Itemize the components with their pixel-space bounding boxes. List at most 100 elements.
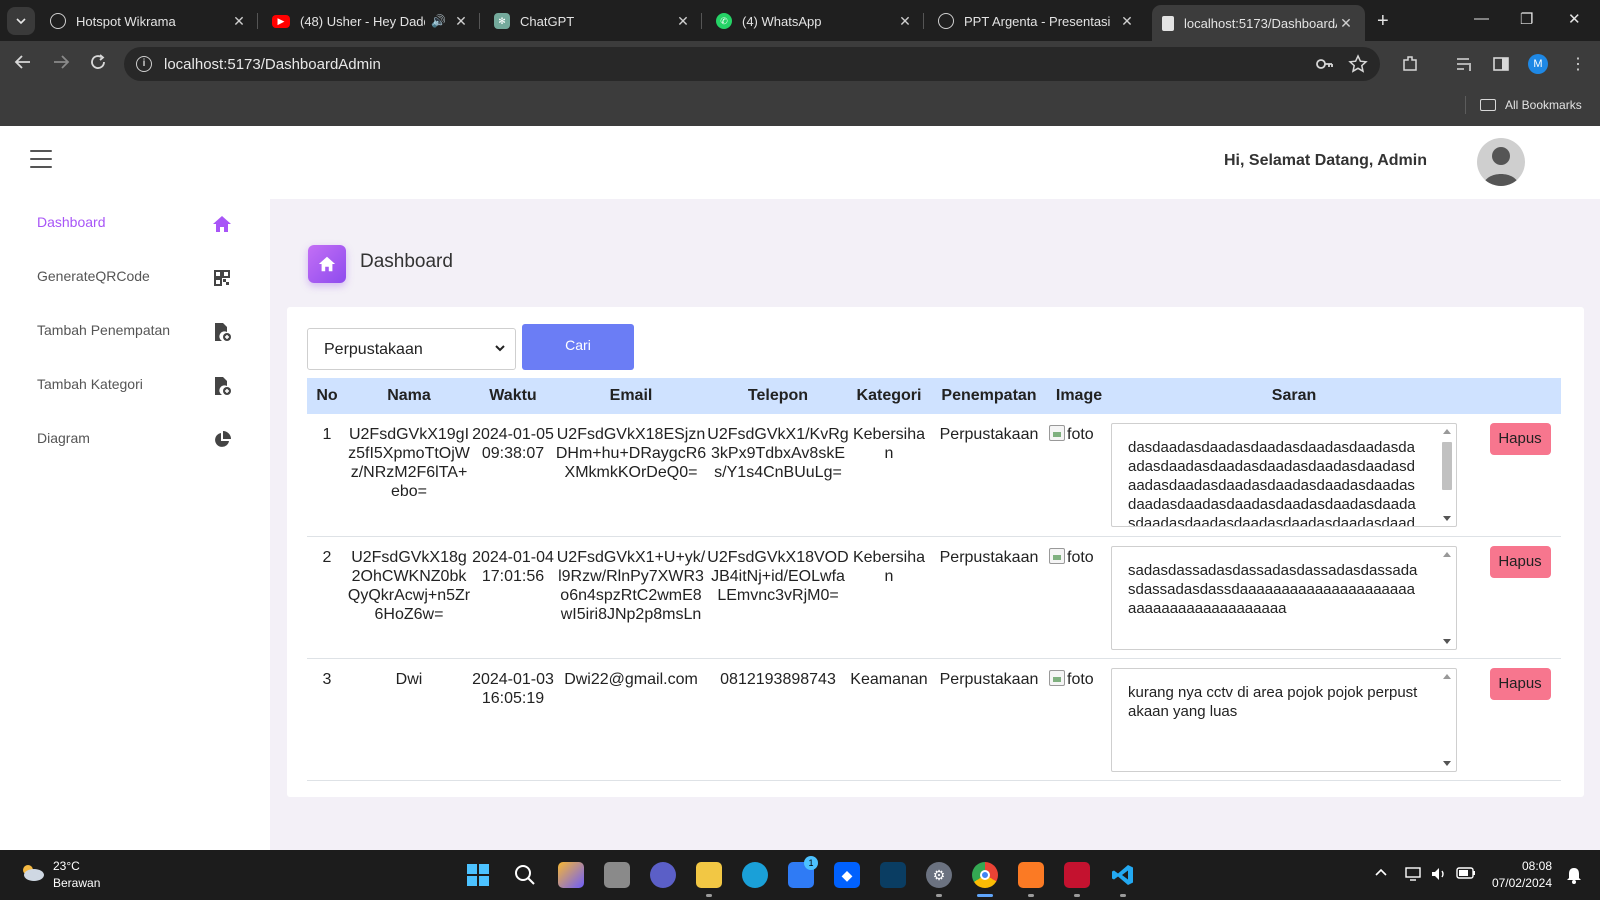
tab-ppt-argenta[interactable]: PPT Argenta - Presentasi ✕ — [938, 6, 1136, 36]
placement-select[interactable]: Perpustakaan — [307, 328, 516, 370]
close-icon[interactable]: ✕ — [1337, 15, 1355, 32]
sidebar-item-diagram[interactable]: Diagram — [0, 415, 270, 465]
saran-text: dasdaadasdaadasdaadasdaadasdaadasdaadasd… — [1128, 439, 1416, 527]
close-icon[interactable]: ✕ — [674, 13, 692, 30]
table-row: 1 U2FsdGVkX19gIz5fI5XpmoTtOjWz/NRzM2F6lT… — [307, 414, 1561, 537]
page-icon — [1162, 15, 1174, 31]
cell-kategori: Keamanan — [849, 658, 929, 781]
store-badge: 1 — [804, 856, 818, 870]
volume-icon[interactable] — [1430, 866, 1448, 885]
all-bookmarks-link[interactable]: All Bookmarks — [1505, 98, 1582, 112]
cell-telepon: U2FsdGVkX18VODJB4itNj+id/EOLwfaLEmvnc3vR… — [707, 536, 849, 659]
profile-avatar[interactable]: M — [1528, 54, 1548, 74]
store-icon[interactable]: 1 — [788, 856, 818, 888]
laragon-icon[interactable] — [1064, 862, 1090, 888]
sidebar-item-generateqrcode[interactable]: GenerateQRCode — [0, 253, 270, 303]
page-title: Dashboard — [360, 251, 453, 272]
xampp-icon[interactable] — [1018, 862, 1044, 888]
saran-scrollbar[interactable] — [1438, 424, 1456, 526]
media-control-icon[interactable] — [1455, 54, 1475, 79]
close-icon[interactable]: ✕ — [896, 13, 914, 30]
cell-nama: Dwi — [347, 658, 471, 781]
saran-textarea[interactable]: kurang nya cctv di area pojok pojok perp… — [1111, 667, 1457, 772]
sidebar-item-dashboard[interactable]: Dashboard — [0, 199, 270, 249]
cell-actions: Hapus — [1479, 658, 1561, 781]
tab-search-button[interactable] — [7, 7, 35, 35]
cell-actions: Hapus — [1479, 414, 1561, 537]
saran-textarea[interactable]: dasdaadasdaadasdaadasdaadasdaadasdaadasd… — [1111, 423, 1457, 527]
network-icon[interactable] — [1404, 866, 1422, 885]
delete-button[interactable]: Hapus — [1489, 667, 1551, 700]
user-avatar[interactable] — [1477, 138, 1525, 186]
search-button[interactable]: Cari — [522, 324, 634, 370]
chrome-icon[interactable] — [972, 862, 998, 888]
security-icon[interactable] — [880, 862, 906, 888]
key-icon[interactable] — [1314, 54, 1334, 79]
file-plus-icon — [212, 322, 232, 342]
column-header: Penempatan — [941, 387, 1037, 404]
browser-tab-strip: Hotspot Wikrama ✕ ▶ (48) Usher - Hey Dad… — [0, 0, 1600, 41]
battery-icon[interactable] — [1456, 866, 1476, 883]
table-header-row: No Nama Waktu Email Telepon Kategori Pen… — [307, 378, 1561, 414]
globe-icon — [50, 13, 66, 29]
settings-gear-icon[interactable]: ⚙ — [926, 862, 952, 888]
delete-button[interactable]: Hapus — [1489, 423, 1551, 455]
clock-date[interactable]: 07/02/2024 — [1492, 876, 1552, 890]
dropbox-icon[interactable]: ◆ — [834, 862, 860, 888]
sidebar-item-tambah-kategori[interactable]: Tambah Kategori — [0, 361, 270, 411]
saran-scrollbar[interactable] — [1438, 669, 1456, 771]
side-panel-icon[interactable] — [1491, 54, 1511, 79]
cell-no: 2 — [307, 536, 347, 659]
tab-dashboard-admin[interactable]: localhost:5173/DashboardAdmin ✕ — [1152, 5, 1365, 41]
cell-nama: U2FsdGVkX19gIz5fI5XpmoTtOjWz/NRzM2F6lTA+… — [347, 414, 471, 537]
tab-whatsapp[interactable]: ✆ (4) WhatsApp ✕ — [716, 6, 914, 36]
delete-button[interactable]: Hapus — [1489, 545, 1551, 578]
sidebar-item-tambah-penempatan[interactable]: Tambah Penempatan — [0, 307, 270, 357]
clock-time[interactable]: 08:08 — [1522, 859, 1552, 873]
cell-nama: U2FsdGVkX18g2OhCWKNZ0bkQyQkrAcwj+n5Zr6Ho… — [347, 536, 471, 659]
file-explorer-icon[interactable] — [696, 862, 722, 888]
forward-button[interactable] — [52, 53, 70, 76]
extensions-icon[interactable] — [1400, 54, 1420, 79]
tab-chatgpt[interactable]: ✻ ChatGPT ✕ — [494, 6, 692, 36]
sidebar-item-label: GenerateQRCode — [37, 268, 150, 284]
more-menu-icon[interactable]: ⋮ — [1570, 54, 1586, 74]
address-bar[interactable]: i localhost:5173/DashboardAdmin — [124, 47, 1380, 81]
bookmark-star-icon[interactable] — [1348, 54, 1368, 79]
saran-textarea[interactable]: sadasdassadasdassadasdassadasdassadasdas… — [1111, 545, 1457, 650]
edge-icon[interactable] — [742, 862, 768, 888]
cloud-icon[interactable] — [18, 862, 46, 882]
back-button[interactable] — [14, 53, 32, 76]
folder-icon[interactable] — [1480, 99, 1496, 111]
windows-start-icon[interactable] — [465, 862, 491, 888]
close-window-button[interactable]: ✕ — [1568, 10, 1581, 28]
notification-bell-icon[interactable] — [1566, 866, 1582, 887]
reload-button[interactable] — [89, 53, 107, 76]
close-icon[interactable]: ✕ — [1118, 13, 1136, 30]
weather-temperature[interactable]: 23°C — [53, 859, 80, 873]
minimize-button[interactable]: — — [1474, 10, 1489, 27]
cell-no: 1 — [307, 414, 347, 537]
teams-chat-icon[interactable] — [650, 862, 676, 888]
vscode-icon[interactable] — [1110, 862, 1136, 888]
tab-youtube[interactable]: ▶ (48) Usher - Hey Daddy 🔊 ✕ — [272, 6, 470, 36]
close-icon[interactable]: ✕ — [230, 13, 248, 30]
new-tab-button[interactable]: + — [1377, 10, 1389, 33]
url-text[interactable]: localhost:5173/DashboardAdmin — [164, 56, 381, 73]
task-view-icon[interactable] — [604, 862, 630, 888]
copilot-icon[interactable] — [558, 862, 584, 888]
hamburger-menu-icon[interactable] — [30, 150, 52, 168]
tab-hotspot-wikrama[interactable]: Hotspot Wikrama ✕ — [50, 6, 248, 36]
chevron-up-icon[interactable] — [1374, 866, 1388, 883]
column-header: Image — [1055, 387, 1103, 404]
sidebar-item-label: Tambah Penempatan — [37, 322, 171, 338]
cell-telepon: 0812193898743 — [707, 658, 849, 781]
restore-button[interactable]: ❐ — [1520, 10, 1533, 28]
search-icon[interactable] — [512, 862, 538, 888]
cell-saran: kurang nya cctv di area pojok pojok perp… — [1109, 658, 1479, 781]
saran-scrollbar[interactable] — [1438, 547, 1456, 649]
site-info-icon[interactable]: i — [136, 56, 152, 72]
close-icon[interactable]: ✕ — [452, 13, 470, 30]
weather-description[interactable]: Berawan — [53, 876, 100, 890]
speaker-icon[interactable]: 🔊 — [431, 14, 446, 28]
